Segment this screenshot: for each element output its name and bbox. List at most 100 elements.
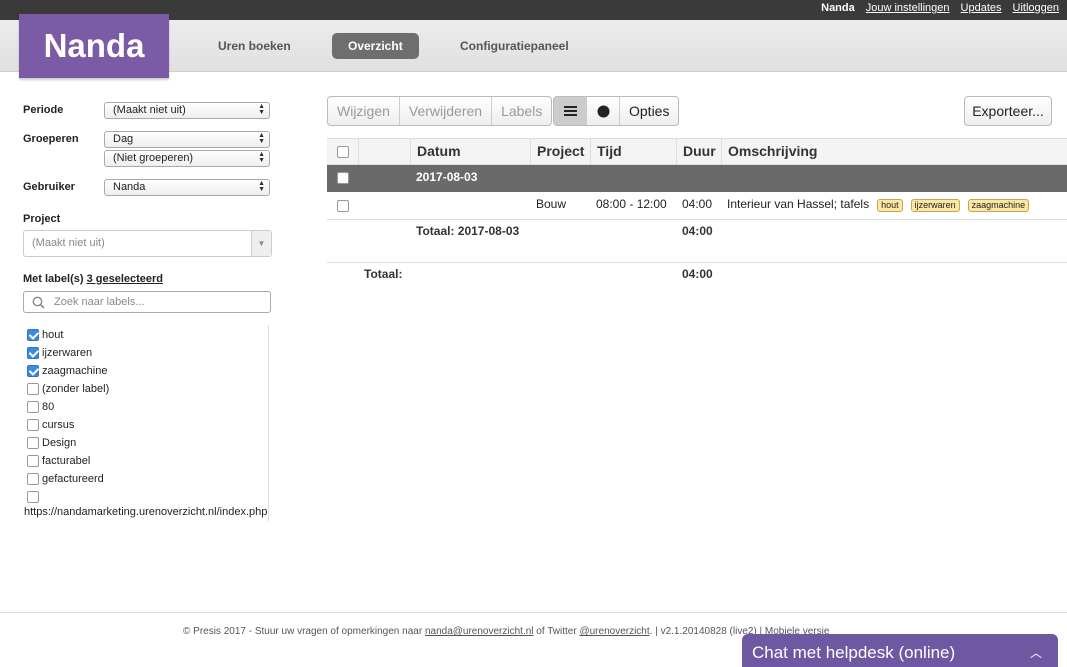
row-description: Interieur van Hassel; tafels bbox=[727, 197, 870, 211]
label-item-80[interactable]: 80 bbox=[27, 398, 54, 416]
groeperen-value-1: Dag bbox=[113, 133, 134, 145]
row-checkbox[interactable] bbox=[337, 200, 352, 212]
th-duur[interactable]: Duur bbox=[676, 139, 716, 164]
tag-badge: hout bbox=[877, 199, 903, 212]
label-item-text: facturabel bbox=[42, 455, 91, 467]
checkbox-checked[interactable] bbox=[27, 329, 39, 341]
periode-select[interactable]: (Maakt niet uit) ▲ ▼ bbox=[104, 102, 270, 119]
label-item-ijzerwaren[interactable]: ijzerwaren bbox=[27, 344, 92, 362]
checkbox[interactable] bbox=[27, 437, 39, 449]
label-item-cursus[interactable]: cursus bbox=[27, 416, 74, 434]
subtotal-value: 04:00 bbox=[682, 224, 713, 238]
settings-link[interactable]: Jouw instellingen bbox=[866, 2, 950, 14]
checkbox[interactable] bbox=[337, 172, 349, 184]
checkbox[interactable] bbox=[27, 383, 39, 395]
checkbox[interactable] bbox=[27, 419, 39, 431]
labels-selected-link[interactable]: 3 geselecteerd bbox=[87, 273, 163, 285]
row-divider bbox=[327, 219, 1067, 220]
view-button-group: Opties bbox=[553, 96, 680, 126]
project-label: Project bbox=[23, 213, 61, 225]
verwijderen-button[interactable]: Verwijderen bbox=[400, 97, 493, 125]
status-url: https://nandamarketing.urenoverzicht.nl/… bbox=[24, 506, 268, 518]
total-divider bbox=[327, 262, 1067, 263]
total-value: 04:00 bbox=[682, 267, 713, 281]
th-datum[interactable]: Datum bbox=[410, 139, 461, 164]
groeperen-value-2: (Niet groeperen) bbox=[113, 152, 194, 164]
footer-text-1: © Presis 2017 - Stuur uw vragen of opmer… bbox=[183, 626, 423, 637]
footer-email-link[interactable]: nanda@urenoverzicht.nl bbox=[425, 626, 534, 637]
gebruiker-select[interactable]: Nanda ▲ ▼ bbox=[104, 179, 270, 196]
label-search-input[interactable]: Zoek naar labels... bbox=[23, 291, 271, 313]
chart-view-button[interactable] bbox=[587, 97, 620, 125]
opties-button[interactable]: Opties bbox=[620, 97, 678, 125]
list-icon bbox=[563, 106, 577, 116]
groeperen-select-2[interactable]: (Niet groeperen) ▲ ▼ bbox=[104, 150, 270, 167]
select-all-checkbox[interactable] bbox=[337, 146, 352, 158]
checkbox[interactable] bbox=[337, 200, 349, 212]
tab-configuratiepaneel[interactable]: Configuratiepaneel bbox=[460, 33, 569, 59]
label-item-hout[interactable]: hout bbox=[27, 326, 63, 344]
row-project: Bouw bbox=[536, 197, 567, 211]
label-item-design[interactable]: Design bbox=[27, 434, 76, 452]
label-list: hout ijzerwaren zaagmachine (zonder labe… bbox=[23, 325, 269, 521]
table-row[interactable]: Bouw 08:00 - 12:00 04:00 Interieur van H… bbox=[327, 192, 1067, 219]
labels-button[interactable]: Labels bbox=[492, 97, 551, 125]
labels-heading-text: Met label(s) bbox=[23, 273, 84, 285]
footer: © Presis 2017 - Stuur uw vragen of opmer… bbox=[183, 626, 829, 637]
table-header: Datum Project Tijd Duur Omschrijving bbox=[327, 138, 1067, 165]
select-arrows-icon: ▲ ▼ bbox=[258, 103, 265, 116]
tab-uren-boeken[interactable]: Uren boeken bbox=[218, 33, 291, 59]
tag-badge: ijzerwaren bbox=[910, 199, 960, 212]
row-tijd: 08:00 - 12:00 bbox=[596, 197, 667, 211]
checkbox[interactable] bbox=[27, 401, 39, 413]
labels-heading: Met label(s) 3 geselecteerd bbox=[23, 273, 163, 285]
chat-label: Chat met helpdesk (online) bbox=[752, 643, 956, 662]
label-item-text: ijzerwaren bbox=[42, 347, 93, 359]
groeperen-select-1[interactable]: Dag ▲ ▼ bbox=[104, 131, 270, 148]
label-item-zonder-label[interactable]: (zonder label) bbox=[27, 380, 109, 398]
pie-chart-icon bbox=[597, 105, 609, 117]
label-item-gefactureerd[interactable]: gefactureerd bbox=[27, 470, 104, 488]
footer-twitter-link[interactable]: @urenoverzicht bbox=[579, 626, 649, 637]
label-item-text: (zonder label) bbox=[42, 383, 110, 395]
label-item-text: 80 bbox=[42, 401, 55, 413]
row-omschrijving: Interieur van Hassel; tafels hout ijzerwar… bbox=[727, 197, 1030, 212]
wijzigen-button[interactable]: Wijzigen bbox=[328, 97, 400, 125]
label-item-facturabel[interactable]: facturabel bbox=[27, 452, 90, 470]
checkbox[interactable] bbox=[27, 473, 39, 485]
checkbox[interactable] bbox=[337, 146, 349, 158]
search-icon bbox=[32, 296, 45, 309]
row-duur: 04:00 bbox=[682, 197, 713, 211]
subtotal-label: Totaal: 2017-08-03 bbox=[416, 224, 520, 238]
chevron-down-icon[interactable]: ▼ bbox=[251, 231, 271, 256]
export-button[interactable]: Exporteer... bbox=[964, 96, 1052, 126]
group-checkbox[interactable] bbox=[337, 172, 352, 184]
th-project[interactable]: Project bbox=[530, 139, 584, 164]
select-arrows-icon: ▲ ▼ bbox=[258, 180, 265, 193]
th-tijd[interactable]: Tijd bbox=[590, 139, 622, 164]
checkbox-checked[interactable] bbox=[27, 365, 39, 377]
list-view-button[interactable] bbox=[554, 97, 587, 125]
logout-link[interactable]: Uitloggen bbox=[1013, 2, 1059, 14]
label-item-text: zaagmachine bbox=[42, 365, 108, 377]
total-label: Totaal: bbox=[364, 267, 403, 281]
footer-divider bbox=[0, 612, 1067, 613]
label-item-empty[interactable] bbox=[27, 488, 42, 506]
project-combobox[interactable]: (Maakt niet uit) ▼ bbox=[23, 230, 272, 257]
checkbox-checked[interactable] bbox=[27, 347, 39, 359]
label-item-text: cursus bbox=[42, 419, 75, 431]
checkbox[interactable] bbox=[27, 491, 39, 503]
chevron-up-icon: ︿ bbox=[1029, 646, 1042, 660]
label-item-zaagmachine[interactable]: zaagmachine bbox=[27, 362, 107, 380]
tab-overzicht[interactable]: Overzicht bbox=[332, 33, 419, 59]
logo[interactable]: Nanda bbox=[19, 14, 169, 78]
th-blank bbox=[358, 139, 410, 164]
checkbox[interactable] bbox=[27, 455, 39, 467]
periode-value: (Maakt niet uit) bbox=[113, 104, 186, 116]
updates-link[interactable]: Updates bbox=[961, 2, 1002, 14]
project-placeholder: (Maakt niet uit) bbox=[32, 237, 105, 249]
th-omschrijving[interactable]: Omschrijving bbox=[721, 139, 817, 164]
label-item-text: Design bbox=[42, 437, 77, 449]
chat-helpdesk-button[interactable]: Chat met helpdesk (online) ︿ bbox=[742, 634, 1058, 667]
select-arrows-icon: ▲ ▼ bbox=[258, 132, 265, 145]
